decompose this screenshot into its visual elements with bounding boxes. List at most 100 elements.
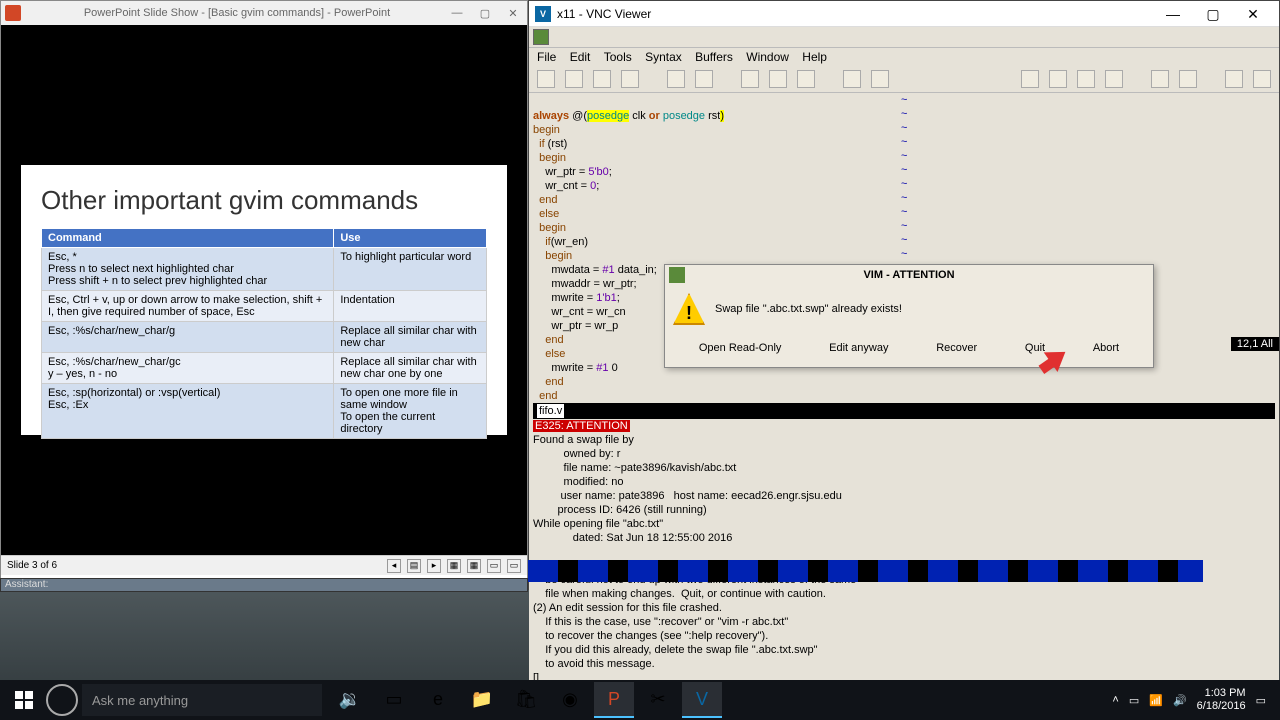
notifications-icon[interactable]: ▭ (1256, 694, 1266, 707)
save-icon[interactable] (565, 70, 583, 88)
shell-icon[interactable] (1021, 70, 1039, 88)
gvim-icon (533, 29, 549, 45)
col-use: Use (334, 229, 487, 248)
findnext-icon[interactable] (871, 70, 889, 88)
assistant-bar: Assistant: (0, 578, 528, 592)
gvim-icon (669, 267, 685, 283)
slide-counter: Slide 3 of 6 (7, 560, 57, 571)
slide-title: Other important gvim commands (41, 185, 487, 216)
table-row: Esc, Ctrl + v, up or down arrow to make … (42, 291, 487, 322)
cut-icon[interactable] (741, 70, 759, 88)
notes-icon[interactable]: ▤ (407, 559, 421, 573)
help-icon[interactable] (1151, 70, 1169, 88)
clock[interactable]: 1:03 PM 6/18/2016 (1197, 687, 1246, 713)
copy-icon[interactable] (769, 70, 787, 88)
ppt-titlebar[interactable]: PowerPoint Slide Show - [Basic gvim comm… (1, 1, 527, 25)
file-explorer-icon[interactable]: 📁 (462, 682, 502, 718)
print-icon[interactable] (621, 70, 639, 88)
saveall-icon[interactable] (593, 70, 611, 88)
run-icon[interactable] (1105, 70, 1123, 88)
start-button[interactable] (6, 682, 42, 718)
menu-window[interactable]: Window (746, 50, 789, 64)
menu-help[interactable]: Help (802, 50, 827, 64)
open-readonly-button[interactable]: Open Read-Only (691, 339, 790, 357)
vnc-task-icon[interactable]: V (682, 682, 722, 718)
play-icon[interactable]: ▸ (427, 559, 441, 573)
prev-slide-icon[interactable]: ◂ (387, 559, 401, 573)
code-area[interactable]: always @(posedge clk or posedge rst) beg… (529, 93, 1279, 715)
minimize-button[interactable]: — (447, 7, 467, 20)
sorter-view-icon[interactable]: ▦ (467, 559, 481, 573)
table-row: Esc, :%s/char/new_char/gc y – yes, n - n… (42, 353, 487, 384)
reading-view-icon[interactable]: ▭ (487, 559, 501, 573)
make-icon[interactable] (1049, 70, 1067, 88)
menu-file[interactable]: File (537, 50, 556, 64)
dialog-message: Swap file ".abc.txt.swp" already exists! (715, 303, 902, 315)
xterm-strip (528, 560, 1203, 582)
powerpoint-icon (5, 5, 21, 21)
edit-anyway-button[interactable]: Edit anyway (821, 339, 896, 357)
e325-warning: E325: ATTENTION (533, 420, 630, 432)
task-icons: 🔉 ▭ e 📁 🛍 ◉ P ✂ V (330, 682, 722, 718)
vnc-content[interactable]: File Edit Tools Syntax Buffers Window He… (529, 27, 1279, 589)
find-icon[interactable] (843, 70, 861, 88)
dialog-title[interactable]: VIM - ATTENTION (665, 265, 1153, 285)
slideshow-view-icon[interactable]: ▭ (507, 559, 521, 573)
undo-icon[interactable] (667, 70, 685, 88)
vnc-window: V x11 - VNC Viewer — ▢ ✕ File Edit Tools… (528, 0, 1280, 590)
powerpoint-window: PowerPoint Slide Show - [Basic gvim comm… (0, 0, 528, 580)
close-button[interactable]: ✕ (503, 7, 523, 20)
menu-tools[interactable]: Tools (604, 50, 632, 64)
gvim-menubar: File Edit Tools Syntax Buffers Window He… (529, 48, 1279, 66)
wifi-icon[interactable]: 📶 (1149, 694, 1163, 707)
close2-icon[interactable] (1253, 70, 1271, 88)
system-tray: ˄ ▭ 📶 🔊 1:03 PM 6/18/2016 ▭ (1112, 687, 1274, 713)
warning-icon (673, 293, 705, 325)
normal-view-icon[interactable]: ▦ (447, 559, 461, 573)
taskbar: Ask me anything 🔉 ▭ e 📁 🛍 ◉ P ✂ V ˄ ▭ 📶 … (0, 680, 1280, 720)
paste-icon[interactable] (797, 70, 815, 88)
ppt-window-controls: — ▢ ✕ (447, 7, 523, 20)
abort-button[interactable]: Abort (1085, 339, 1127, 357)
table-row: Esc, :%s/char/new_char/gReplace all simi… (42, 322, 487, 353)
powerpoint-task-icon[interactable]: P (594, 682, 634, 718)
store-icon[interactable]: 🛍 (506, 682, 546, 718)
slide-content: Other important gvim commands Command Us… (21, 165, 507, 435)
gvim-app-icon-bar (529, 27, 1279, 48)
chrome-icon[interactable]: ◉ (550, 682, 590, 718)
ppt-title: PowerPoint Slide Show - [Basic gvim comm… (27, 7, 447, 19)
volume-icon[interactable]: 🔊 (1173, 694, 1187, 707)
menu-edit[interactable]: Edit (570, 50, 591, 64)
windows-logo-icon (15, 691, 33, 709)
dialog-buttons: Open Read-Only Edit anyway Recover Quit … (665, 333, 1153, 367)
tray-up-icon[interactable]: ˄ (1112, 694, 1118, 706)
status-line: fifo.v (533, 403, 1275, 419)
edge-icon[interactable]: e (418, 682, 458, 718)
close-button[interactable]: ✕ (1233, 2, 1273, 26)
recover-button[interactable]: Recover (928, 339, 985, 357)
vnc-titlebar[interactable]: V x11 - VNC Viewer — ▢ ✕ (529, 1, 1279, 27)
search-input[interactable]: Ask me anything (82, 684, 322, 716)
col-command: Command (42, 229, 334, 248)
vim-attention-dialog: VIM - ATTENTION Swap file ".abc.txt.swp"… (664, 264, 1154, 368)
taskview-icon[interactable]: ▭ (374, 682, 414, 718)
filename: fifo.v (537, 404, 564, 418)
max-icon[interactable] (1179, 70, 1197, 88)
table-row: Esc, :sp(horizontal) or :vsp(vertical) E… (42, 384, 487, 439)
ruler: 12,1 All (1231, 337, 1279, 351)
speaker-icon[interactable]: 🔉 (330, 682, 370, 718)
menu-syntax[interactable]: Syntax (645, 50, 682, 64)
redo-icon[interactable] (695, 70, 713, 88)
minimize-button[interactable]: — (1153, 2, 1193, 26)
menu-buffers[interactable]: Buffers (695, 50, 733, 64)
maximize-button[interactable]: ▢ (1193, 2, 1233, 26)
snipping-icon[interactable]: ✂ (638, 682, 678, 718)
open-icon[interactable] (537, 70, 555, 88)
slide-area[interactable]: Other important gvim commands Command Us… (1, 25, 527, 555)
maximize-button[interactable]: ▢ (475, 7, 495, 20)
cortana-icon[interactable] (46, 684, 78, 716)
battery-icon[interactable]: ▭ (1129, 694, 1139, 707)
gvim-toolbar (529, 66, 1279, 93)
tags-icon[interactable] (1077, 70, 1095, 88)
min-icon[interactable] (1225, 70, 1243, 88)
